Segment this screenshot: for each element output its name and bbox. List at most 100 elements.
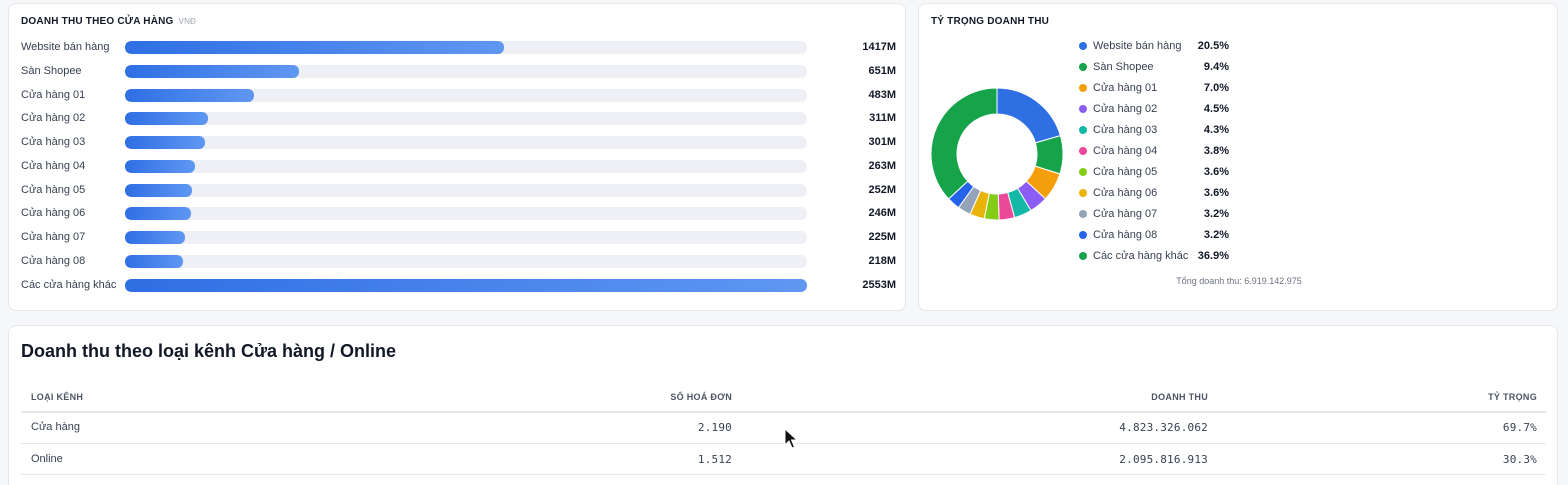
legend-label: Các cửa hàng khác	[1093, 250, 1189, 262]
bar-track	[125, 64, 807, 78]
legend-dot-icon	[1079, 231, 1087, 239]
bar[interactable]	[125, 41, 504, 54]
bar-label: Các cửa hàng khác	[21, 278, 117, 291]
bar-value: 218M	[868, 254, 896, 267]
bar-value: 246M	[868, 207, 896, 220]
bar[interactable]	[125, 231, 186, 244]
bar-track	[125, 112, 807, 126]
legend-dot-icon	[1079, 84, 1087, 92]
channel-revenue-card: Doanh thu theo loại kênh Cửa hàng / Onli…	[8, 325, 1558, 485]
bar-value: 483M	[868, 88, 896, 101]
cell-share: 30.3%	[1502, 453, 1537, 466]
bar[interactable]	[125, 254, 184, 268]
bar-row[interactable]: Cửa hàng 05 252M	[21, 182, 896, 198]
legend-percent: 9.4%	[1203, 61, 1229, 73]
legend-dot-icon	[1079, 189, 1087, 197]
bar-value: 1417M	[862, 41, 896, 53]
legend-percent: 4.3%	[1203, 124, 1229, 136]
bar-label: Cửa hàng 06	[21, 207, 86, 220]
legend-label: Cửa hàng 02	[1093, 103, 1158, 115]
header-channel[interactable]: LOẠI KÊNH	[31, 392, 83, 402]
legend-percent: 3.6%	[1203, 187, 1229, 199]
legend-item[interactable]: Cửa hàng 01 7.0%	[1079, 81, 1239, 95]
bar-track	[125, 159, 807, 173]
legend-label: Cửa hàng 06	[1093, 187, 1158, 199]
legend-item[interactable]: Các cửa hàng khác 36.9%	[1079, 249, 1239, 263]
bar[interactable]	[125, 88, 255, 102]
bar-row[interactable]: Cửa hàng 03 301M	[21, 134, 896, 150]
cell-revenue: 2.095.816.913	[1119, 453, 1208, 466]
header-share[interactable]: TỶ TRỌNG	[1337, 392, 1537, 402]
legend-item[interactable]: Website bán hàng 20.5%	[1079, 39, 1239, 53]
header-invoices[interactable]: SỐ HOÁ ĐƠN	[529, 392, 732, 402]
bar-label: Cửa hàng 08	[21, 254, 86, 267]
cell-channel: Cửa hàng	[31, 421, 80, 433]
bar[interactable]	[125, 207, 191, 221]
legend-item[interactable]: Sàn Shopee 9.4%	[1079, 60, 1239, 74]
bar-row[interactable]: Cửa hàng 04 263M	[21, 158, 896, 174]
bar[interactable]	[125, 112, 209, 126]
revenue-by-store-title: DOANH THU THEO CỬA HÀNG VNĐ	[21, 16, 196, 27]
bar-label: Website bán hàng	[21, 41, 110, 53]
bar-value: 311M	[869, 112, 896, 125]
header-divider	[21, 411, 1546, 413]
legend-label: Cửa hàng 07	[1093, 208, 1158, 220]
legend-percent: 20.5%	[1197, 40, 1229, 52]
bar-track	[125, 88, 807, 102]
legend-item[interactable]: Cửa hàng 05 3.6%	[1079, 165, 1239, 179]
card-title-text: DOANH THU THEO CỬA HÀNG	[21, 16, 174, 27]
bar[interactable]	[125, 183, 193, 197]
bar-track	[125, 41, 807, 54]
cell-share: 69.7%	[1502, 421, 1537, 434]
donut-chart[interactable]	[931, 88, 1063, 220]
bar-row[interactable]: Cửa hàng 02 311M	[21, 110, 896, 126]
donut-slice[interactable]	[931, 88, 998, 200]
donut-slice[interactable]	[996, 88, 1061, 144]
bar-row[interactable]: Sàn Shopee 651M	[21, 63, 896, 79]
bar-row[interactable]: Website bán hàng 1417M	[21, 39, 896, 55]
total-revenue-text: Tổng doanh thu: 6.919.142.975	[1176, 276, 1302, 286]
legend-label: Website bán hàng	[1093, 40, 1182, 52]
legend-item[interactable]: Cửa hàng 03 4.3%	[1079, 123, 1239, 137]
legend-dot-icon	[1079, 210, 1087, 218]
legend-label: Cửa hàng 03	[1093, 124, 1158, 136]
bar[interactable]	[125, 136, 206, 149]
legend-percent: 36.9%	[1197, 250, 1229, 262]
bar-row[interactable]: Cửa hàng 07 225M	[21, 229, 896, 245]
mouse-cursor-icon	[784, 428, 798, 449]
bar-row[interactable]: Cửa hàng 06 246M	[21, 205, 896, 221]
bar-value: 252M	[868, 183, 896, 196]
bar-row[interactable]: Cửa hàng 01 483M	[21, 87, 896, 103]
legend-item[interactable]: Cửa hàng 07 3.2%	[1079, 207, 1239, 221]
legend-item[interactable]: Cửa hàng 08 3.2%	[1079, 228, 1239, 242]
header-revenue[interactable]: DOANH THU	[1009, 392, 1208, 402]
legend-item[interactable]: Cửa hàng 04 3.8%	[1079, 144, 1239, 158]
legend-label: Cửa hàng 05	[1093, 166, 1158, 178]
legend-percent: 3.2%	[1203, 229, 1229, 241]
legend-item[interactable]: Cửa hàng 06 3.6%	[1079, 186, 1239, 200]
bar-label: Cửa hàng 04	[21, 159, 86, 172]
legend-percent: 3.2%	[1203, 208, 1229, 220]
legend-label: Cửa hàng 04	[1093, 145, 1158, 157]
legend-dot-icon	[1079, 126, 1087, 134]
legend-percent: 3.8%	[1203, 145, 1229, 157]
legend-item[interactable]: Cửa hàng 02 4.5%	[1079, 102, 1239, 116]
bar-label: Cửa hàng 02	[21, 112, 86, 125]
bar-label: Cửa hàng 01	[21, 88, 86, 101]
bar-label: Cửa hàng 07	[21, 231, 86, 243]
revenue-share-card: TỶ TRỌNG DOANH THU Website bán hàng 20.5%…	[918, 3, 1558, 311]
legend-label: Sàn Shopee	[1093, 61, 1154, 73]
bar-value: 651M	[868, 64, 896, 77]
bar[interactable]	[125, 64, 299, 78]
bar-track	[125, 278, 807, 292]
legend-label: Cửa hàng 08	[1093, 229, 1158, 241]
bar[interactable]	[125, 278, 807, 292]
bar[interactable]	[125, 159, 196, 173]
bar-value: 263M	[868, 159, 896, 172]
bar-label: Cửa hàng 03	[21, 136, 86, 148]
bar-row[interactable]: Các cửa hàng khác 2553M	[21, 277, 896, 293]
legend-percent: 3.6%	[1203, 166, 1229, 178]
unit-label: VNĐ	[178, 17, 197, 26]
cell-invoices: 1.512	[697, 453, 732, 466]
bar-row[interactable]: Cửa hàng 08 218M	[21, 253, 896, 269]
